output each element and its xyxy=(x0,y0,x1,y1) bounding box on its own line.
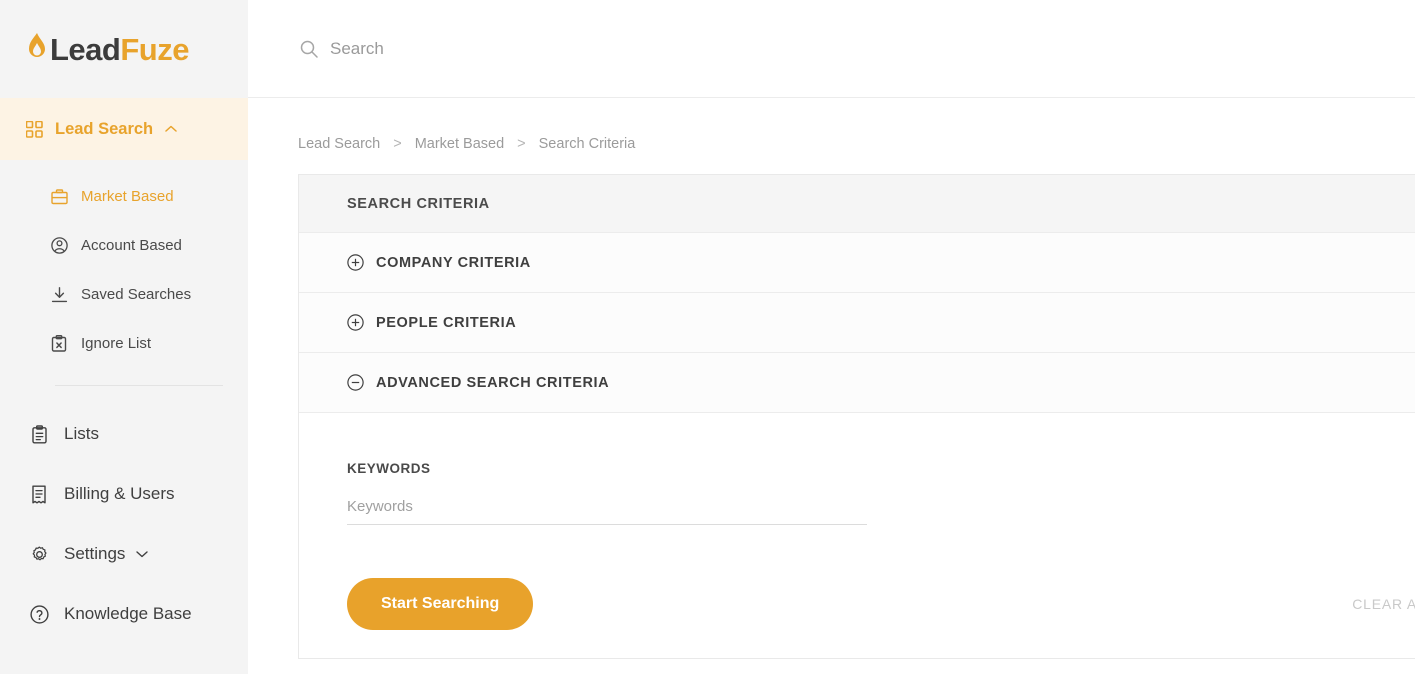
sidebar-subitem-label: Account Based xyxy=(81,237,182,254)
clipboard-x-icon xyxy=(50,335,68,352)
breadcrumb-separator: > xyxy=(517,136,526,152)
user-circle-icon xyxy=(50,237,68,254)
main-area: Lead Search > Market Based > Search Crit… xyxy=(248,0,1415,674)
sidebar-item-account-based[interactable]: Account Based xyxy=(0,221,248,270)
accordion-people-criteria[interactable]: PEOPLE CRITERIA xyxy=(299,293,1415,353)
flame-icon xyxy=(26,32,48,67)
keywords-input[interactable] xyxy=(347,498,867,525)
panel-actions: Start Searching CLEAR A xyxy=(347,578,1415,630)
sidebar-item-billing-users[interactable]: Billing & Users xyxy=(0,464,248,524)
top-bar xyxy=(248,0,1415,98)
briefcase-icon xyxy=(50,188,68,205)
breadcrumb-item-market-based[interactable]: Market Based xyxy=(415,136,504,152)
clear-all-button[interactable]: CLEAR A xyxy=(1352,596,1415,612)
chevron-up-icon[interactable] xyxy=(165,125,177,133)
plus-circle-icon xyxy=(347,254,364,271)
breadcrumb: Lead Search > Market Based > Search Crit… xyxy=(298,136,1415,152)
clipboard-icon xyxy=(28,424,50,444)
keywords-label: KEYWORDS xyxy=(347,461,431,476)
receipt-icon xyxy=(28,485,50,504)
breadcrumb-item-search-criteria[interactable]: Search Criteria xyxy=(539,136,636,152)
app-root: LeadFuze Lead Search Market Based Accoun… xyxy=(0,0,1415,674)
sidebar-item-label: Lists xyxy=(64,424,99,443)
sidebar-item-lists[interactable]: Lists xyxy=(0,404,248,464)
sidebar-item-lead-search[interactable]: Lead Search xyxy=(0,98,248,160)
accordion-label: ADVANCED SEARCH CRITERIA xyxy=(376,374,610,391)
accordion-company-criteria[interactable]: COMPANY CRITERIA xyxy=(299,233,1415,293)
accordion-label: PEOPLE CRITERIA xyxy=(376,314,517,331)
gear-icon xyxy=(28,545,50,564)
question-circle-icon xyxy=(28,604,50,624)
accordion-advanced-search-criteria[interactable]: ADVANCED SEARCH CRITERIA xyxy=(299,353,1415,413)
download-icon xyxy=(50,286,68,303)
sidebar-item-label: Settings xyxy=(64,544,126,563)
panel-title: SEARCH CRITERIA xyxy=(299,175,1415,233)
sidebar-subitem-label: Market Based xyxy=(81,188,174,205)
sidebar-item-label: Billing & Users xyxy=(64,484,175,503)
minus-circle-icon xyxy=(347,374,364,391)
content: Lead Search > Market Based > Search Crit… xyxy=(248,98,1415,659)
sidebar-item-ignore-list[interactable]: Ignore List xyxy=(0,319,248,368)
sidebar-item-knowledge-base[interactable]: Knowledge Base xyxy=(0,584,248,644)
chevron-down-icon[interactable] xyxy=(136,550,149,558)
breadcrumb-separator: > xyxy=(393,136,402,152)
sidebar-item-market-based[interactable]: Market Based xyxy=(0,172,248,221)
sidebar-secondary-nav: Lists Billing & Users Settings Knowledge… xyxy=(0,386,248,644)
sidebar-item-label: Knowledge Base xyxy=(64,604,192,623)
sidebar-item-saved-searches[interactable]: Saved Searches xyxy=(0,270,248,319)
plus-circle-icon xyxy=(347,314,364,331)
logo-text-lead: Lead xyxy=(50,31,121,67)
sidebar-item-label: Lead Search xyxy=(55,119,154,138)
accordion-label: COMPANY CRITERIA xyxy=(376,254,531,271)
sidebar: LeadFuze Lead Search Market Based Accoun… xyxy=(0,0,248,674)
search-criteria-panel: SEARCH CRITERIA COMPANY CRITERIA PEOPLE … xyxy=(298,174,1415,659)
search-icon xyxy=(300,40,318,58)
sidebar-subitem-label: Saved Searches xyxy=(81,286,192,303)
global-search[interactable] xyxy=(300,38,860,59)
logo-text-fuze: Fuze xyxy=(120,31,189,67)
start-searching-button[interactable]: Start Searching xyxy=(347,578,534,630)
search-input[interactable] xyxy=(330,38,860,59)
grid-icon xyxy=(26,120,43,138)
breadcrumb-item-lead-search[interactable]: Lead Search xyxy=(298,136,380,152)
sidebar-subnav: Market Based Account Based Saved Searche… xyxy=(0,160,248,368)
sidebar-subitem-label: Ignore List xyxy=(81,335,152,352)
sidebar-item-settings[interactable]: Settings xyxy=(0,524,248,584)
advanced-search-body: KEYWORDS Start Searching CLEAR A xyxy=(299,413,1415,630)
logo[interactable]: LeadFuze xyxy=(0,0,248,98)
